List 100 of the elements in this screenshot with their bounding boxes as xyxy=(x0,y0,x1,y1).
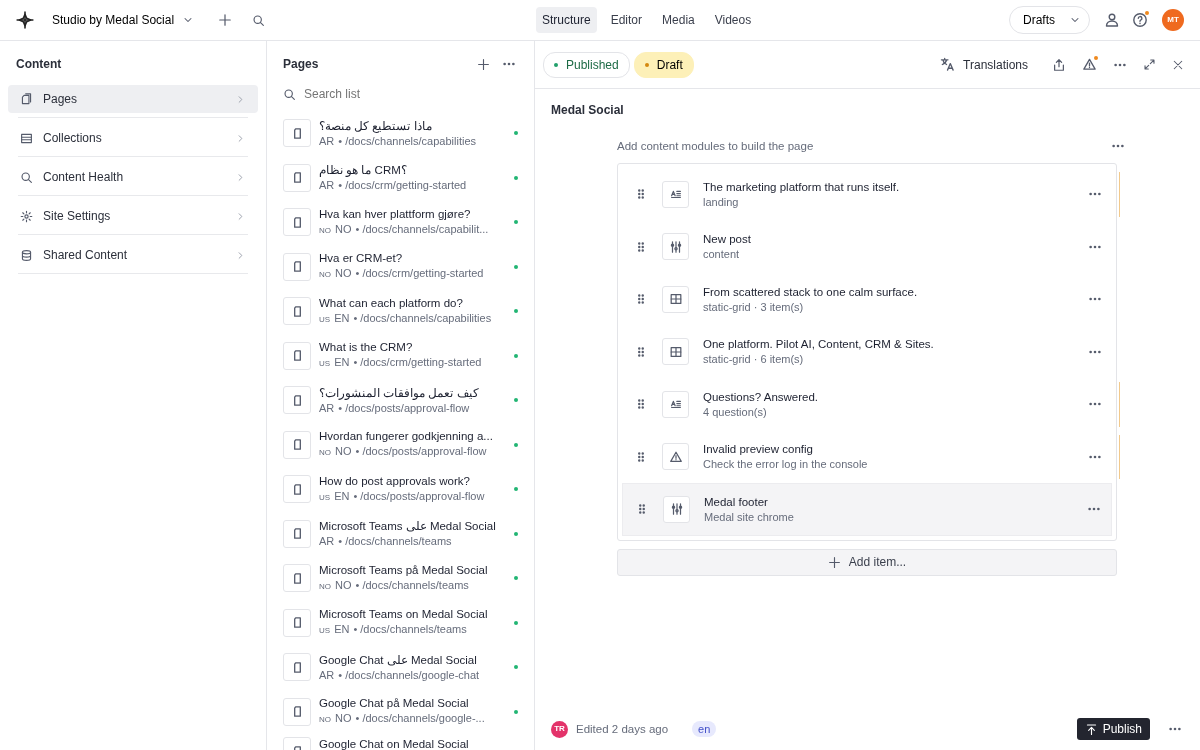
search-field[interactable]: Search list xyxy=(304,85,484,103)
page-title[interactable]: Microsoft Teams på Medal Social xyxy=(319,562,506,578)
close-icon xyxy=(1172,58,1184,71)
page-path: • /docs/posts/approval-flow xyxy=(353,488,485,503)
module-subtitle: static-grid · 3 item(s) xyxy=(703,299,805,314)
plus-icon xyxy=(218,13,233,27)
page-title[interactable]: ماذا تستطيع كل منصة؟ xyxy=(319,118,506,134)
expand-button[interactable] xyxy=(1141,56,1158,73)
module-subtitle: Medal site chrome xyxy=(704,509,795,524)
locale-badge: en xyxy=(692,720,717,738)
help-button[interactable] xyxy=(1130,10,1150,30)
page-path: • /docs/channels/teams xyxy=(355,577,469,592)
chevron-right-icon xyxy=(235,249,246,261)
pages-icon xyxy=(20,92,33,106)
page-path: • /docs/crm/getting-started xyxy=(355,266,484,281)
page-title[interactable]: Microsoft Teams on Medal Social xyxy=(319,607,506,623)
page-path: • /docs/channels/capabilities xyxy=(338,133,477,148)
page-path: • /docs/posts/approval-flow xyxy=(355,444,487,459)
status-pill[interactable]: Draft xyxy=(633,51,694,78)
language-code: AR xyxy=(319,400,335,415)
perspective-dropdown[interactable]: Drafts xyxy=(1009,6,1090,34)
sliders-icon xyxy=(668,239,683,254)
module-title[interactable]: New post xyxy=(703,232,1072,248)
nav-tab[interactable]: Structure xyxy=(536,7,597,33)
page-title[interactable]: How do post approvals work? xyxy=(319,473,506,489)
edited-time: Edited 2 days ago xyxy=(576,722,669,736)
grid-icon xyxy=(668,292,683,307)
page-title[interactable]: Microsoft Teams على Medal Social xyxy=(319,519,506,535)
status-pill[interactable]: Published xyxy=(543,51,630,78)
module-title: Medal footer xyxy=(704,494,769,510)
document-title: Medal Social xyxy=(551,102,625,119)
add-item-button[interactable]: Add item... xyxy=(617,548,1117,576)
translate-icon xyxy=(940,57,956,72)
page-title[interactable]: Hvordan fungerer godkjenning a... xyxy=(319,429,506,445)
module-title[interactable]: Questions? Answered. xyxy=(703,389,1072,405)
flag-label: NO xyxy=(319,714,331,727)
flag-label: US xyxy=(319,491,331,504)
panel-title: Pages xyxy=(283,56,320,73)
language-code: NO xyxy=(335,221,352,236)
grid-icon xyxy=(668,344,683,359)
module-title[interactable]: Invalid preview config xyxy=(703,442,1072,458)
page-title[interactable]: ما هو نظام CRM؟ xyxy=(319,163,506,179)
module-title[interactable]: The marketing platform that runs itself. xyxy=(703,179,1072,195)
page-title[interactable]: Hva er CRM-et? xyxy=(319,251,506,267)
settings-icon xyxy=(20,209,33,223)
language-code: AR xyxy=(319,178,335,193)
translations-button[interactable]: Translations xyxy=(938,54,1030,75)
language-code: EN xyxy=(334,310,350,325)
warning-icon xyxy=(668,449,683,464)
sidebar-item[interactable]: Site Settings xyxy=(8,202,258,230)
section-hint: Add content modules to build the page xyxy=(617,139,815,153)
search-icon xyxy=(20,170,33,184)
flag-label: NO xyxy=(319,269,331,282)
warning-icon xyxy=(1082,57,1097,72)
page-title[interactable]: Google Chat på Medal Social xyxy=(319,696,506,712)
nav-tab[interactable]: Videos xyxy=(708,7,758,33)
page-title[interactable]: Hva kan hver plattform gjøre? xyxy=(319,206,506,222)
database-icon xyxy=(20,248,33,262)
module-title[interactable]: One platform. Pilot AI, Content, CRM & Sites. xyxy=(703,337,1072,353)
plus-icon xyxy=(477,57,490,71)
language-code: EN xyxy=(334,355,350,370)
page-title[interactable]: Google Chat on Medal Social xyxy=(319,737,518,750)
language-code: EN xyxy=(334,488,350,503)
module-subtitle: 4 question(s) xyxy=(703,404,768,419)
sidebar-item[interactable]: Content Health xyxy=(8,163,258,191)
language-code: EN xyxy=(334,622,350,637)
module-title[interactable]: From scattered stack to one calm surface. xyxy=(703,284,1072,300)
user-avatar: TR xyxy=(551,720,568,738)
sidebar-item[interactable]: Collections xyxy=(8,124,258,152)
page-title[interactable]: What is the CRM? xyxy=(319,340,506,356)
page-path: • /docs/channels/teams xyxy=(353,622,467,637)
module-subtitle: landing xyxy=(703,194,740,209)
search-icon xyxy=(252,13,266,27)
page-path: • /docs/channels/capabilit... xyxy=(355,221,489,236)
page-path: • /docs/channels/teams xyxy=(338,534,452,549)
language-code: AR xyxy=(319,667,335,682)
page-path: • /docs/channels/google-... xyxy=(355,711,485,726)
language-code: AR xyxy=(319,133,335,148)
list-icon xyxy=(20,131,33,145)
sidebar-item[interactable]: Shared Content xyxy=(8,241,258,269)
module-subtitle: Check the error log in the console xyxy=(703,457,869,472)
workspace-switcher[interactable]: Studio by Medal Social xyxy=(50,10,197,30)
page-path: • /docs/posts/approval-flow xyxy=(338,400,470,415)
module-row[interactable]: Medal footer Medal site chrome xyxy=(622,483,1112,536)
page-path: • /docs/crm/getting-started xyxy=(353,355,482,370)
module-subtitle: static-grid · 6 item(s) xyxy=(703,352,805,367)
flag-label: US xyxy=(319,358,331,371)
user-icon xyxy=(1104,12,1120,28)
nav-tab[interactable]: Media xyxy=(656,7,701,33)
page-title[interactable]: كيف تعمل موافقات المنشورات؟ xyxy=(319,385,506,401)
language-code: NO xyxy=(335,711,352,726)
help-icon xyxy=(1132,12,1148,28)
page-title[interactable]: What can each platform do? xyxy=(319,295,506,311)
module-subtitle: content xyxy=(703,247,741,262)
publish-button[interactable]: Publish xyxy=(1076,718,1150,740)
share-icon xyxy=(1052,57,1066,72)
sidebar-item[interactable]: Pages xyxy=(8,85,258,113)
publish-icon xyxy=(1084,722,1098,736)
page-title[interactable]: Google Chat على Medal Social xyxy=(319,652,506,668)
nav-tab[interactable]: Editor xyxy=(604,7,649,33)
